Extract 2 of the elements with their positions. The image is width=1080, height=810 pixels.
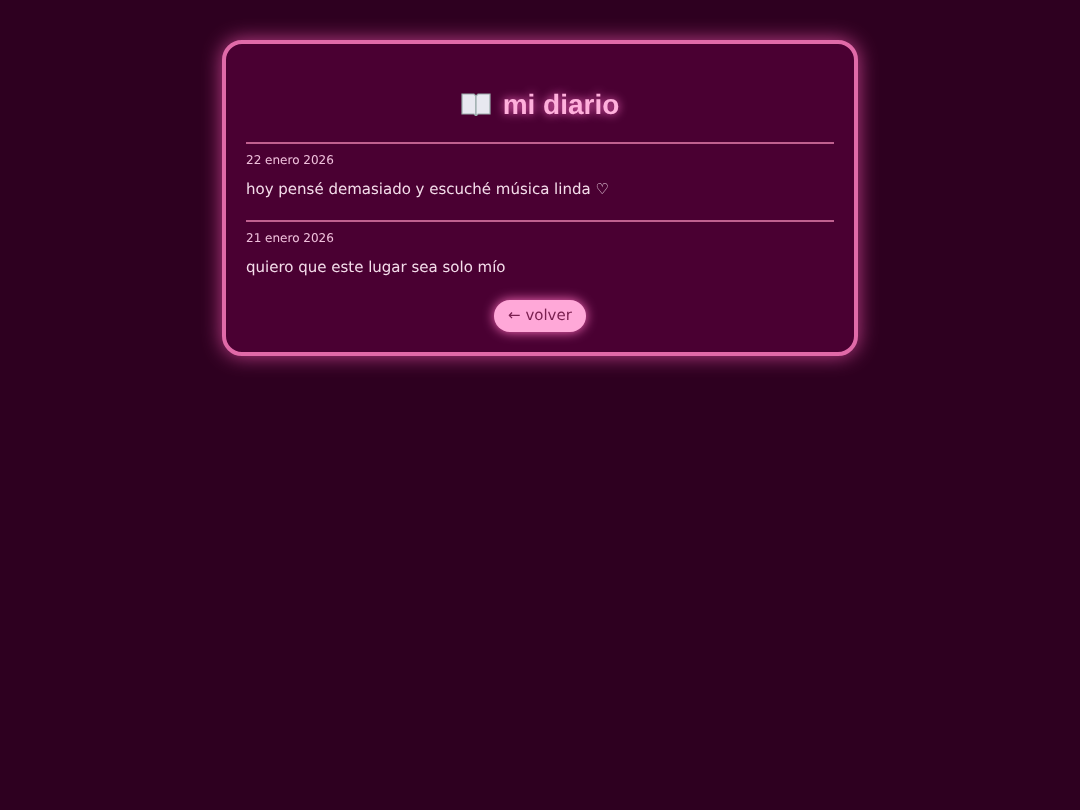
book-icon (460, 92, 493, 116)
page-title: mi diario (502, 85, 620, 123)
